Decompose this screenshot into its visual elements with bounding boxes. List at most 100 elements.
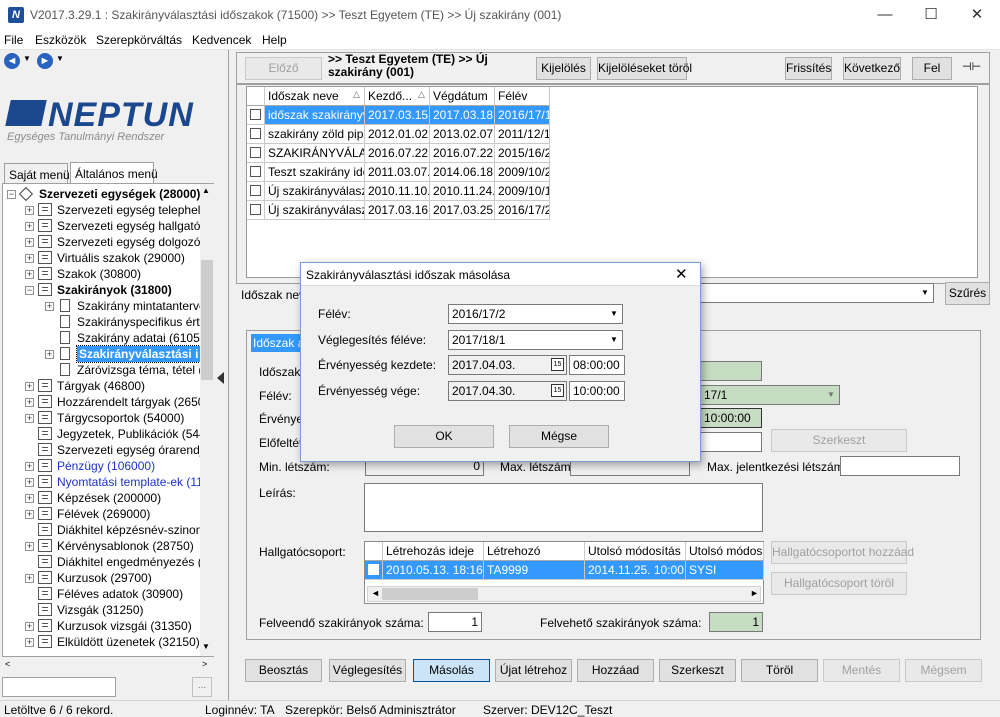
chevron-down-icon[interactable]: ▼ — [606, 331, 622, 349]
table-cell[interactable]: 2017.03.18. — [430, 106, 495, 125]
tree-item[interactable]: Szervezeti egység dolgozói (2 — [57, 234, 213, 250]
minimize-button[interactable]: — — [862, 0, 908, 30]
table-cell[interactable]: 2016.07.22. — [365, 144, 430, 163]
pin-icon[interactable]: ⊣⊢ — [962, 60, 981, 73]
szerkeszt-detail-button[interactable]: Szerkeszt — [771, 429, 907, 452]
group-delete-button[interactable]: Hallgatócsoport töröl — [771, 572, 907, 595]
tab-sajat-menu[interactable]: Saját menü — [4, 163, 70, 184]
row-checkbox-cell[interactable] — [247, 163, 265, 182]
tree-expand-icon[interactable]: + — [25, 622, 34, 631]
felveheto-field[interactable]: 1 — [709, 612, 763, 632]
tree-expand-icon[interactable]: + — [25, 494, 34, 503]
calendar-icon[interactable]: 15 — [551, 384, 564, 397]
table-cell[interactable]: 2016/17/2 — [495, 201, 550, 220]
tree-item[interactable]: Szakirány adatai (61050) — [77, 330, 210, 346]
dialog-end-time[interactable]: 10:00:00 — [569, 381, 625, 401]
tree-item[interactable]: Szakok (30800) — [57, 266, 141, 282]
menu-file[interactable]: File — [4, 33, 23, 47]
collapse-arrow-icon[interactable] — [217, 372, 224, 384]
mentes-button[interactable]: Mentés — [823, 659, 900, 682]
calendar-icon[interactable]: 15 — [551, 358, 564, 371]
forward-dropdown-icon[interactable]: ▼ — [56, 54, 64, 63]
megsem-button[interactable]: Mégsem — [905, 659, 982, 682]
table-cell[interactable]: időszak szakirányvá — [265, 106, 365, 125]
table-cell[interactable]: 2012.01.02. — [365, 125, 430, 144]
chevron-down-icon[interactable]: ▼ — [917, 284, 933, 302]
tree-expand-icon[interactable]: + — [25, 222, 34, 231]
group-col-utolso-modositas[interactable]: Utolsó módosítás ... — [585, 542, 686, 561]
table-cell[interactable]: 2011.03.07. — [365, 163, 430, 182]
tree-expand-icon[interactable]: + — [25, 542, 34, 551]
tree-item[interactable]: Záróvizsga téma, tétel (75 — [77, 362, 213, 378]
forward-icon[interactable]: ► — [37, 53, 53, 69]
torol-button[interactable]: Töröl — [741, 659, 818, 682]
group-cell-letrehozo[interactable]: TA9999 — [484, 561, 585, 580]
tree-expand-icon[interactable]: + — [25, 478, 34, 487]
tree-expand-icon[interactable]: + — [25, 398, 34, 407]
tree-item[interactable]: Szervezeti egységek (28000) — [39, 186, 200, 202]
dialog-start-time[interactable]: 08:00:00 — [569, 355, 625, 375]
close-button[interactable]: ✕ — [954, 0, 1000, 30]
table-cell[interactable]: Teszt szakirány idős — [265, 163, 365, 182]
tree-item[interactable]: Nyomtatási template-ek (1130 — [57, 474, 213, 490]
row-checkbox[interactable] — [250, 128, 261, 139]
tree-expand-icon[interactable]: − — [7, 190, 16, 199]
dialog-close-icon[interactable]: ✕ — [675, 265, 688, 283]
table-cell[interactable]: 2017.03.15. — [365, 106, 430, 125]
tree-horizontal-scrollbar[interactable]: < > — [2, 658, 214, 674]
row-checkbox[interactable] — [250, 185, 261, 196]
tree-item[interactable]: Kurzusok vizsgái (31350) — [57, 618, 192, 634]
sort-icon[interactable]: △ — [353, 89, 360, 100]
table-cell[interactable]: 2017.03.16. — [365, 201, 430, 220]
tree-item[interactable]: Féléves adatok (30900) — [57, 586, 183, 602]
elofeltetel-field[interactable] — [700, 432, 762, 452]
table-cell[interactable]: 2009/10/2 — [495, 163, 550, 182]
leiras-field[interactable] — [364, 483, 763, 532]
tree-expand-icon[interactable]: + — [25, 254, 34, 263]
tree-expand-icon[interactable]: + — [45, 350, 54, 359]
menu-szerepkorvaltas[interactable]: Szerepkörváltás — [96, 33, 182, 47]
tree-item[interactable]: Képzések (200000) — [57, 490, 161, 506]
max-jelentkezesi-field[interactable] — [840, 456, 960, 476]
up-button[interactable]: Fel — [912, 57, 952, 80]
tree-item[interactable]: Szakirányok (31800) — [57, 282, 172, 298]
clear-selection-button[interactable]: Kijelöléseket töröl — [597, 57, 692, 80]
group-grid-hscrollbar[interactable]: ◄ ► — [367, 586, 761, 602]
tree-item[interactable]: Kurzusok (29700) — [57, 570, 152, 586]
group-cell-utolso-modositas[interactable]: 2014.11.25. 10:00:4 — [585, 561, 686, 580]
filter-button[interactable]: Szűrés — [945, 282, 990, 305]
maximize-button[interactable]: ☐ — [908, 0, 954, 30]
tree-expand-icon[interactable]: − — [25, 286, 34, 295]
dialog-start-date[interactable]: 2017.04.03. 15 — [448, 355, 567, 375]
row-checkbox[interactable] — [250, 166, 261, 177]
tree-expand-icon[interactable]: + — [45, 302, 54, 311]
row-checkbox-cell[interactable] — [247, 182, 265, 201]
group-col-letrehozas[interactable]: Létrehozás ideje — [383, 542, 484, 561]
tab-altalanos-menu[interactable]: Általános menü — [70, 162, 158, 184]
table-cell[interactable]: 2010.11.24. — [430, 182, 495, 201]
table-cell[interactable]: Új szakirányválasztá — [265, 201, 365, 220]
tree-item[interactable]: Vizsgák (31250) — [57, 602, 144, 618]
tree-item[interactable]: Szervezeti egység hallgatói (2 — [57, 218, 213, 234]
tree-scroll-thumb[interactable] — [201, 260, 213, 380]
group-cell-letrehozas[interactable]: 2010.05.13. 18:16:2 — [383, 561, 484, 580]
row-checkbox[interactable] — [250, 147, 261, 158]
tree-expand-icon[interactable]: + — [25, 574, 34, 583]
sort-icon[interactable]: △ — [418, 89, 425, 100]
tree-expand-icon[interactable]: + — [25, 382, 34, 391]
tree-expand-icon[interactable]: + — [25, 270, 34, 279]
tree-item[interactable]: Elküldött üzenetek (32150) — [57, 634, 200, 650]
scroll-right-icon[interactable]: ► — [750, 588, 759, 598]
chevron-down-icon[interactable]: ▼ — [606, 305, 622, 323]
tree-item[interactable]: Jegyzetek, Publikációk (5440 — [57, 426, 212, 442]
tree-item[interactable]: Virtuális szakok (29000) — [57, 250, 185, 266]
tree-item[interactable]: Diákhitel képzésnév-szinonim — [57, 522, 213, 538]
dialog-cancel-button[interactable]: Mégse — [509, 425, 609, 448]
menu-search-button[interactable]: ... — [192, 677, 212, 697]
tree-item[interactable]: Szakirányválasztási i — [75, 345, 202, 363]
panel-splitter[interactable] — [215, 360, 227, 396]
row-checkbox-cell[interactable] — [247, 201, 265, 220]
row-checkbox-cell[interactable] — [247, 125, 265, 144]
beosztas-button[interactable]: Beosztás — [245, 659, 322, 682]
table-cell[interactable]: 2016/17/1 — [495, 106, 550, 125]
